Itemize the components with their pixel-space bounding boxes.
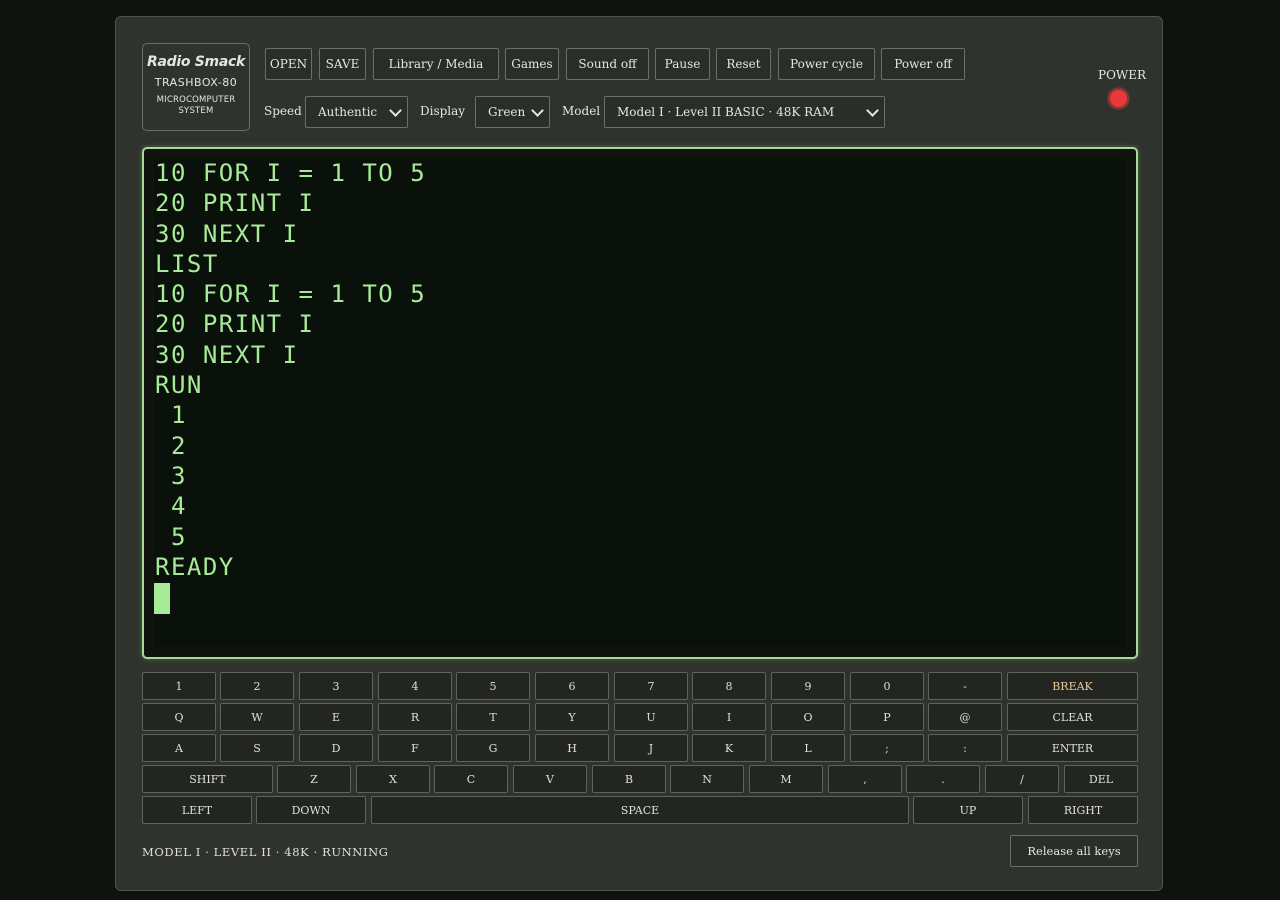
crt-screen-frame: 10 FOR I = 1 TO 5 20 PRINT I 30 NEXT I L… [142, 147, 1138, 659]
key-p[interactable]: P [850, 703, 924, 731]
chevron-down-icon [389, 104, 402, 117]
key-left[interactable]: LEFT [142, 796, 252, 824]
key-clear[interactable]: CLEAR [1007, 703, 1138, 731]
badge-subtitle: MICROCOMPUTER SYSTEM [143, 95, 249, 117]
power-label: POWER [1098, 68, 1147, 82]
save-button[interactable]: SAVE [319, 48, 366, 80]
display-label: Display [420, 104, 466, 118]
key-period[interactable]: . [906, 765, 980, 793]
key-comma[interactable]: , [828, 765, 902, 793]
key-w[interactable]: W [220, 703, 294, 731]
key-z[interactable]: Z [277, 765, 351, 793]
key-g[interactable]: G [456, 734, 530, 762]
model-select[interactable]: Model I · Level II BASIC · 48K RAM [604, 96, 885, 128]
power-off-button[interactable]: Power off [881, 48, 965, 80]
key-2[interactable]: 2 [220, 672, 294, 700]
key-0[interactable]: 0 [850, 672, 924, 700]
key-o[interactable]: O [771, 703, 845, 731]
key-c[interactable]: C [434, 765, 508, 793]
key-8[interactable]: 8 [692, 672, 766, 700]
key-i[interactable]: I [692, 703, 766, 731]
badge-subtitle-line2: SYSTEM [178, 106, 214, 116]
key-break[interactable]: BREAK [1007, 672, 1138, 700]
key-shift[interactable]: SHIFT [142, 765, 273, 793]
chevron-down-icon [531, 104, 544, 117]
key-3[interactable]: 3 [299, 672, 373, 700]
model-name: TRASHBOX-80 [154, 76, 238, 89]
key-at[interactable]: @ [928, 703, 1002, 731]
release-all-keys-button[interactable]: Release all keys [1010, 835, 1138, 867]
key-del[interactable]: DEL [1064, 765, 1138, 793]
key-1[interactable]: 1 [142, 672, 216, 700]
key-a[interactable]: A [142, 734, 216, 762]
key-minus[interactable]: - [928, 672, 1002, 700]
key-semicolon[interactable]: ; [850, 734, 924, 762]
terminal-output: 10 FOR I = 1 TO 5 20 PRINT I 30 NEXT I L… [155, 159, 427, 581]
brand-logo: Radio Smack [147, 54, 245, 70]
badge-subtitle-line1: MICROCOMPUTER [156, 95, 236, 105]
key-t[interactable]: T [456, 703, 530, 731]
power-led-icon [1109, 89, 1128, 108]
speed-label: Speed [264, 104, 302, 118]
key-m[interactable]: M [749, 765, 823, 793]
key-y[interactable]: Y [535, 703, 609, 731]
reset-button[interactable]: Reset [716, 48, 771, 80]
chevron-down-icon [866, 104, 879, 117]
key-down[interactable]: DOWN [256, 796, 366, 824]
display-select-value: Green [488, 105, 526, 119]
key-6[interactable]: 6 [535, 672, 609, 700]
key-e[interactable]: E [299, 703, 373, 731]
crt-screen[interactable]: 10 FOR I = 1 TO 5 20 PRINT I 30 NEXT I L… [154, 159, 1126, 647]
key-h[interactable]: H [535, 734, 609, 762]
key-q[interactable]: Q [142, 703, 216, 731]
key-f[interactable]: F [378, 734, 452, 762]
key-right[interactable]: RIGHT [1028, 796, 1138, 824]
status-readout: MODEL I · LEVEL II · 48K · RUNNING [142, 845, 389, 859]
key-x[interactable]: X [356, 765, 430, 793]
key-5[interactable]: 5 [456, 672, 530, 700]
key-colon[interactable]: : [928, 734, 1002, 762]
key-l[interactable]: L [771, 734, 845, 762]
key-slash[interactable]: / [985, 765, 1059, 793]
library-media-button[interactable]: Library / Media [373, 48, 499, 80]
key-4[interactable]: 4 [378, 672, 452, 700]
text-cursor [154, 583, 170, 614]
key-enter[interactable]: ENTER [1007, 734, 1138, 762]
sound-toggle-button[interactable]: Sound off [566, 48, 649, 80]
key-9[interactable]: 9 [771, 672, 845, 700]
display-select[interactable]: Green [475, 96, 550, 128]
model-label: Model [562, 104, 601, 118]
brand-badge: Radio Smack TRASHBOX-80 MICROCOMPUTER SY… [142, 43, 250, 131]
key-j[interactable]: J [614, 734, 688, 762]
key-d[interactable]: D [299, 734, 373, 762]
model-select-value: Model I · Level II BASIC · 48K RAM [617, 105, 835, 119]
key-r[interactable]: R [378, 703, 452, 731]
key-u[interactable]: U [614, 703, 688, 731]
key-up[interactable]: UP [913, 796, 1023, 824]
key-s[interactable]: S [220, 734, 294, 762]
speed-select-value: Authentic [318, 105, 378, 119]
open-button[interactable]: OPEN [265, 48, 312, 80]
computer-case: Radio Smack TRASHBOX-80 MICROCOMPUTER SY… [115, 16, 1163, 891]
games-button[interactable]: Games [505, 48, 559, 80]
key-b[interactable]: B [592, 765, 666, 793]
key-7[interactable]: 7 [614, 672, 688, 700]
speed-select[interactable]: Authentic [305, 96, 408, 128]
key-v[interactable]: V [513, 765, 587, 793]
key-n[interactable]: N [670, 765, 744, 793]
power-cycle-button[interactable]: Power cycle [778, 48, 875, 80]
key-space[interactable]: SPACE [371, 796, 909, 824]
pause-button[interactable]: Pause [655, 48, 710, 80]
key-k[interactable]: K [692, 734, 766, 762]
